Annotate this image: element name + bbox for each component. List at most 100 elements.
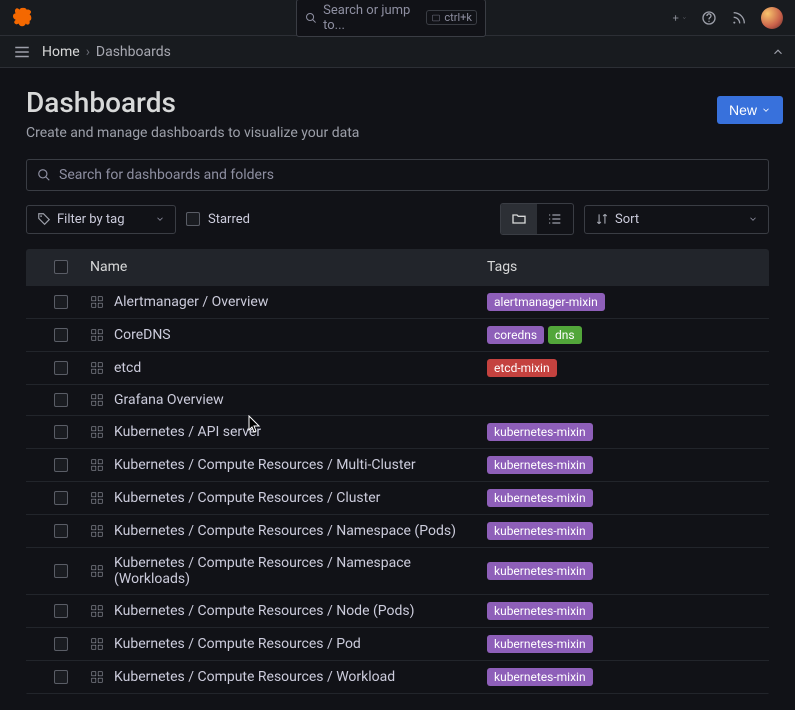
tag[interactable]: kubernetes-mixin <box>487 668 593 686</box>
global-search[interactable]: Search or jump to... ctrl+k <box>296 0 486 37</box>
main: Dashboards Create and manage dashboards … <box>0 68 795 695</box>
dashboard-name[interactable]: etcd <box>114 360 141 376</box>
topbar: Search or jump to... ctrl+k <box>0 0 795 36</box>
tag[interactable]: coredns <box>487 326 544 344</box>
grafana-logo[interactable] <box>12 6 36 30</box>
breadcrumb-current: Dashboards <box>96 44 171 60</box>
col-tags: Tags <box>487 259 757 275</box>
view-toggle <box>500 203 574 235</box>
tag-icon <box>37 212 51 226</box>
tag[interactable]: kubernetes-mixin <box>487 423 593 441</box>
dashboard-icon <box>90 361 104 375</box>
dashboard-name[interactable]: Kubernetes / Compute Resources / Workloa… <box>114 669 395 685</box>
breadcrumb-home[interactable]: Home <box>42 44 80 60</box>
row-checkbox[interactable] <box>54 564 68 578</box>
dashboard-name[interactable]: Alertmanager / Overview <box>114 294 268 310</box>
table-row[interactable]: Kubernetes / Compute Resources / Node (P… <box>26 594 769 627</box>
table-row[interactable]: Alertmanager / Overview alertmanager-mixi… <box>26 285 769 318</box>
tag[interactable]: kubernetes-mixin <box>487 602 593 620</box>
dashboard-name[interactable]: Kubernetes / API server <box>114 424 261 440</box>
avatar[interactable] <box>761 7 783 29</box>
page-subtitle: Create and manage dashboards to visualiz… <box>26 125 769 141</box>
news-icon[interactable] <box>731 10 747 26</box>
tag[interactable]: kubernetes-mixin <box>487 635 593 653</box>
table-row[interactable]: Kubernetes / Compute Resources / Namespa… <box>26 514 769 547</box>
view-list-button[interactable] <box>537 204 573 234</box>
sort-icon <box>595 212 609 226</box>
toolbar: Filter by tag Starred Sort <box>26 203 769 235</box>
dashboard-icon <box>90 458 104 472</box>
dashboard-icon <box>90 637 104 651</box>
dashboard-name[interactable]: CoreDNS <box>114 327 171 343</box>
breadcrumb-bar: Home › Dashboards <box>0 36 795 68</box>
table-row[interactable]: etcd etcd-mixin <box>26 351 769 384</box>
tag[interactable]: etcd-mixin <box>487 359 557 377</box>
row-checkbox[interactable] <box>54 295 68 309</box>
dashboard-name[interactable]: Kubernetes / Compute Resources / Namespa… <box>114 555 487 587</box>
dashboard-icon <box>90 564 104 578</box>
dashboard-icon <box>90 425 104 439</box>
row-checkbox[interactable] <box>54 524 68 538</box>
dashboard-name[interactable]: Kubernetes / Compute Resources / Node (P… <box>114 603 414 619</box>
dashboard-name[interactable]: Kubernetes / Compute Resources / Pod <box>114 636 361 652</box>
tag[interactable]: kubernetes-mixin <box>487 489 593 507</box>
tag[interactable]: kubernetes-mixin <box>487 562 593 580</box>
table-row[interactable]: Kubernetes / Compute Resources / Workloa… <box>26 660 769 693</box>
sort-select[interactable]: Sort <box>584 205 769 234</box>
search-icon <box>305 11 317 25</box>
tag[interactable]: kubernetes-mixin <box>487 456 593 474</box>
topbar-actions <box>671 7 783 29</box>
row-checkbox[interactable] <box>54 425 68 439</box>
filter-by-tag[interactable]: Filter by tag <box>26 205 176 234</box>
add-menu[interactable] <box>671 10 687 26</box>
row-checkbox[interactable] <box>54 491 68 505</box>
dashboard-icon <box>90 670 104 684</box>
select-all-checkbox[interactable] <box>54 260 68 274</box>
page-title: Dashboards <box>26 86 769 119</box>
table-row[interactable]: Kubernetes / Compute Resources / Namespa… <box>26 547 769 594</box>
row-checkbox[interactable] <box>54 604 68 618</box>
row-checkbox[interactable] <box>54 458 68 472</box>
dashboard-icon <box>90 524 104 538</box>
dashboard-name[interactable]: Kubernetes / Compute Resources / Namespa… <box>114 523 456 539</box>
table-row[interactable]: Kubernetes / Compute Resources / Multi-C… <box>26 448 769 481</box>
dashboard-search[interactable]: Search for dashboards and folders <box>26 159 769 191</box>
table-row[interactable]: Kubernetes / Controller Managerkubernete… <box>26 693 769 695</box>
table-row[interactable]: CoreDNS corednsdns <box>26 318 769 351</box>
row-checkbox[interactable] <box>54 361 68 375</box>
table-row[interactable]: Kubernetes / Compute Resources / Pod kube… <box>26 627 769 660</box>
tag[interactable]: alertmanager-mixin <box>487 293 605 311</box>
dashboard-table[interactable]: Name Tags Alertmanager / Overview alertma… <box>26 249 769 695</box>
row-checkbox[interactable] <box>54 393 68 407</box>
dashboard-name[interactable]: Grafana Overview <box>114 392 224 408</box>
dashboard-name[interactable]: Kubernetes / Compute Resources / Multi-C… <box>114 457 416 473</box>
table-row[interactable]: Kubernetes / API server kubernetes-mixin <box>26 415 769 448</box>
dashboard-name[interactable]: Kubernetes / Compute Resources / Cluster <box>114 490 380 506</box>
tag[interactable]: kubernetes-mixin <box>487 522 593 540</box>
row-checkbox[interactable] <box>54 637 68 651</box>
starred-checkbox[interactable] <box>186 212 200 226</box>
tag[interactable]: dns <box>548 326 582 344</box>
starred-filter[interactable]: Starred <box>186 212 250 227</box>
chevron-down-icon <box>748 214 758 224</box>
col-name[interactable]: Name <box>84 259 487 275</box>
search-icon <box>37 168 51 182</box>
new-button[interactable]: New <box>717 96 783 124</box>
table-header: Name Tags <box>26 249 769 285</box>
dashboard-icon <box>90 328 104 342</box>
chevron-down-icon <box>155 214 165 224</box>
dashboard-icon <box>90 491 104 505</box>
collapse-icon[interactable] <box>771 45 785 59</box>
dashboard-search-placeholder: Search for dashboards and folders <box>59 167 274 183</box>
table-row[interactable]: Kubernetes / Compute Resources / Cluster… <box>26 481 769 514</box>
breadcrumb-sep: › <box>86 44 90 60</box>
global-search-placeholder: Search or jump to... <box>323 3 420 33</box>
row-checkbox[interactable] <box>54 328 68 342</box>
dashboard-icon <box>90 393 104 407</box>
dashboard-icon <box>90 295 104 309</box>
help-icon[interactable] <box>701 10 717 26</box>
row-checkbox[interactable] <box>54 670 68 684</box>
table-row[interactable]: Grafana Overview <box>26 384 769 415</box>
view-folder-button[interactable] <box>501 204 537 234</box>
menu-toggle-icon[interactable] <box>10 40 34 64</box>
